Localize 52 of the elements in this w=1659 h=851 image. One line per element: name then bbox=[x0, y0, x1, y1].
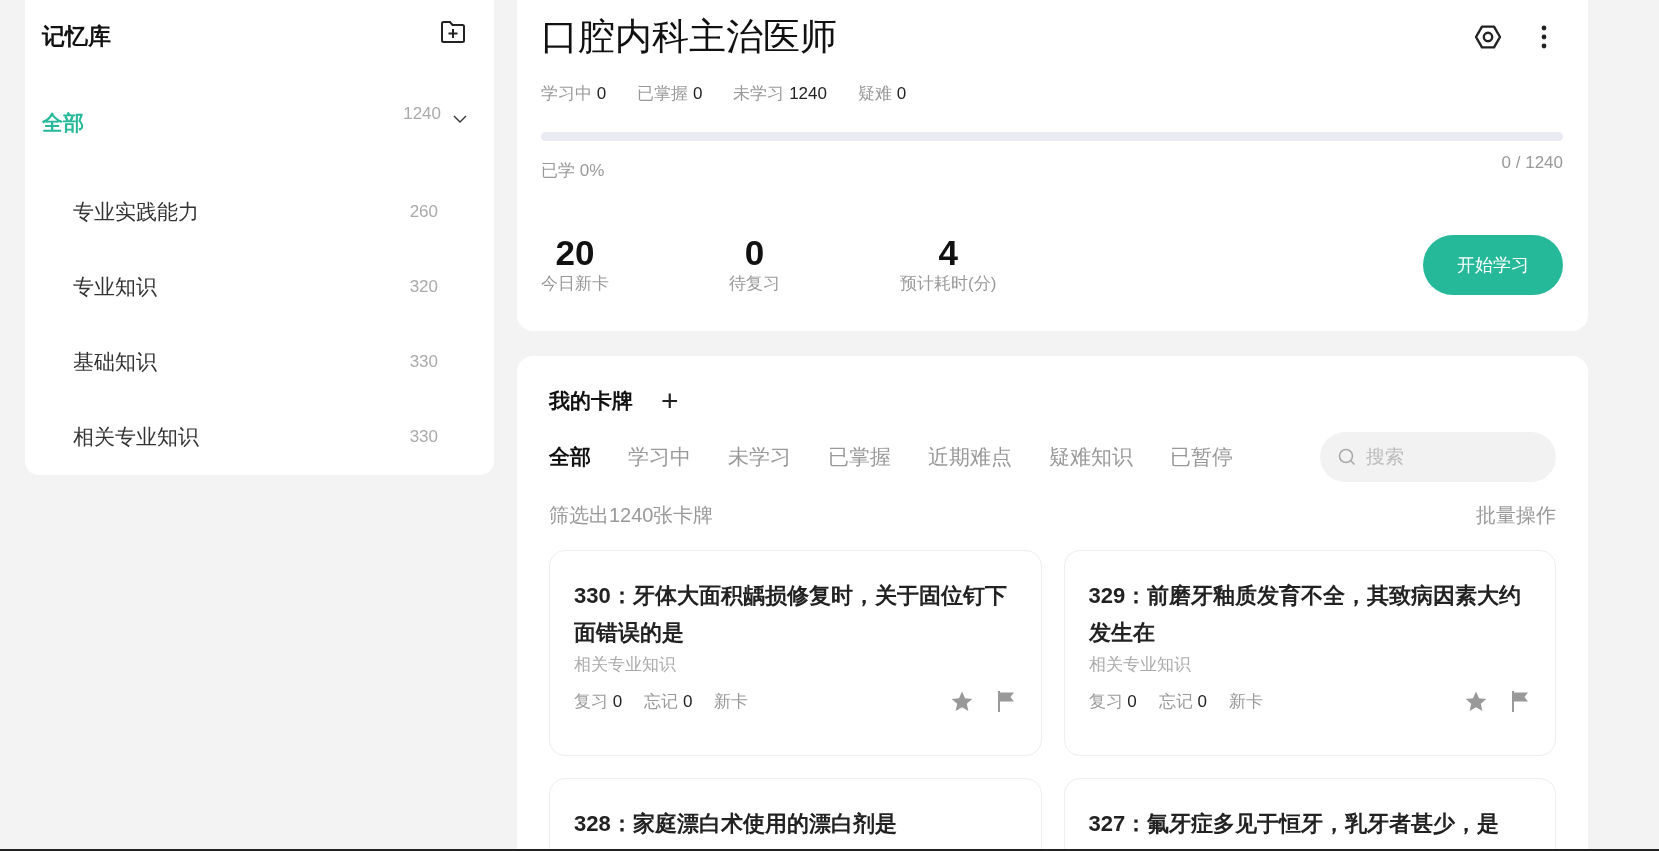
progress-label: 已学 0% bbox=[541, 160, 605, 182]
add-folder-icon[interactable] bbox=[440, 20, 466, 44]
question-title: 327：氟牙症多见于恒牙，乳牙者甚少，是 bbox=[1088, 810, 1501, 838]
sidebar-item[interactable]: 相关专业知识 bbox=[73, 422, 199, 451]
stat-text: 已掌握 0 bbox=[637, 83, 703, 105]
add-button[interactable]: + bbox=[661, 386, 679, 416]
star-icon[interactable] bbox=[950, 691, 973, 712]
stat-text: 学习中 0 bbox=[541, 83, 607, 105]
item-count: 260 bbox=[409, 201, 438, 222]
stat-label: 预计耗时(分) bbox=[900, 273, 997, 295]
panel-title: 我的卡牌 bbox=[549, 388, 633, 414]
review-count: 复习 0 bbox=[574, 691, 623, 713]
item-count: 330 bbox=[409, 351, 438, 372]
status-label: 新卡 bbox=[714, 691, 749, 713]
item-count: 330 bbox=[409, 426, 438, 447]
stat-value: 0 bbox=[744, 234, 765, 272]
item-count: 320 bbox=[409, 276, 438, 297]
status-label: 新卡 bbox=[1228, 691, 1263, 713]
flag-icon[interactable] bbox=[996, 691, 1015, 712]
stat-text: 疑难 0 bbox=[857, 83, 907, 105]
question-card[interactable]: 328：家庭漂白术使用的漂白剂是 bbox=[549, 778, 1042, 849]
item-count: 1240 bbox=[403, 104, 441, 124]
flag-icon[interactable] bbox=[1511, 691, 1529, 712]
forget-count: 忘记 0 bbox=[644, 691, 693, 713]
sidebar-title: 记忆库 bbox=[42, 21, 111, 51]
chevron-icon[interactable] bbox=[453, 114, 467, 124]
stat-label: 今日新卡 bbox=[541, 273, 609, 295]
question-title: 330：牙体大面积龋损修复时，关于固位钉下面错误的是 bbox=[574, 582, 1008, 647]
stat-value: 20 bbox=[555, 234, 595, 272]
search-icon bbox=[1338, 448, 1356, 466]
question-card[interactable]: 330：牙体大面积龋损修复时，关于固位钉下面错误的是 相关专业知识 复习 0 忘记 0 新卡 bbox=[549, 550, 1042, 756]
stat-label: 待复习 bbox=[729, 273, 780, 295]
question-title: 328：家庭漂白术使用的漂白剂是 bbox=[574, 810, 898, 838]
progress-reading: 0 / 1240 bbox=[1501, 153, 1563, 174]
stat-value: 4 bbox=[938, 234, 958, 272]
deck-title: 口腔内科主治医师 bbox=[541, 15, 837, 59]
filter-count: 筛选出1240张卡牌 bbox=[549, 503, 714, 528]
forget-count: 忘记 0 bbox=[1158, 691, 1207, 713]
question-card[interactable]: 327：氟牙症多见于恒牙，乳牙者甚少，是 bbox=[1063, 778, 1556, 849]
more-icon[interactable] bbox=[1541, 25, 1547, 49]
stat-text: 未学习 1240 bbox=[733, 83, 827, 105]
sidebar-item[interactable]: 专业实践能力 bbox=[73, 197, 199, 226]
settings-icon[interactable] bbox=[1474, 23, 1502, 51]
question-title: 329：前磨牙釉质发育不全，其致病因素大约发生在 bbox=[1088, 582, 1523, 647]
filter-tab[interactable]: 全部 bbox=[549, 443, 591, 471]
sidebar-item[interactable]: 基础知识 bbox=[73, 347, 157, 376]
category-label: 相关专业知识 bbox=[574, 654, 677, 676]
review-count: 复习 0 bbox=[1088, 691, 1137, 713]
question-card[interactable]: 329：前磨牙釉质发育不全，其致病因素大约发生在 相关专业知识 复习 0 忘记 0 新卡 bbox=[1063, 550, 1556, 756]
sidebar-item[interactable]: 专业知识 bbox=[73, 272, 157, 301]
star-icon[interactable] bbox=[1465, 691, 1487, 712]
category-label: 相关专业知识 bbox=[1088, 654, 1192, 676]
